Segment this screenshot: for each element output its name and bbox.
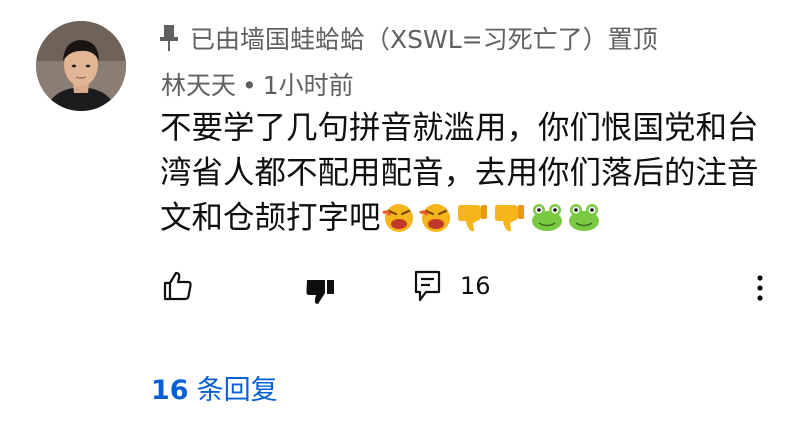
more-actions-button[interactable]	[753, 274, 767, 304]
pinned-text: 已由墙国蛙蛤蛤（XSWL=习死亡了）置顶	[190, 25, 658, 54]
more-vertical-icon	[757, 275, 763, 301]
comment-icon	[414, 270, 441, 302]
pin-icon	[160, 25, 178, 51]
avatar-photo	[36, 21, 126, 111]
thumbs-down-emoji	[457, 205, 487, 232]
pinned-indicator: 已由墙国蛙蛤蛤（XSWL=习死亡了）置顶	[158, 22, 658, 54]
comment-meta: 林天天 • 1小时前	[161, 66, 354, 102]
like-button[interactable]	[162, 270, 194, 302]
reply-button[interactable]: 16	[414, 268, 491, 304]
comment-action-bar: 16	[0, 268, 800, 308]
replies-count: 16	[151, 375, 189, 406]
view-replies-link[interactable]: 16 条回复	[151, 368, 278, 407]
thumbs-down-emoji	[494, 205, 524, 232]
author-name[interactable]: 林天天	[161, 71, 236, 100]
replies-label: 条回复	[196, 375, 278, 406]
emoji-row	[381, 200, 603, 236]
author-avatar[interactable]	[36, 21, 126, 111]
frog-emoji	[531, 204, 562, 231]
frog-emoji	[568, 204, 599, 231]
angry-face-emoji	[381, 204, 413, 232]
meta-separator: •	[242, 71, 257, 100]
dislike-button[interactable]	[305, 276, 337, 308]
comment-time[interactable]: 1小时前	[263, 71, 354, 100]
comment-body: 不要学了几句拼音就滥用，你们恨国党和台湾省人都不配用配音，去用你们落后的注音文和…	[160, 106, 780, 241]
thumbs-up-outline-icon	[163, 271, 192, 301]
thumbs-down-filled-icon	[306, 280, 334, 304]
angry-face-emoji	[418, 204, 450, 232]
reply-count: 16	[460, 272, 491, 300]
